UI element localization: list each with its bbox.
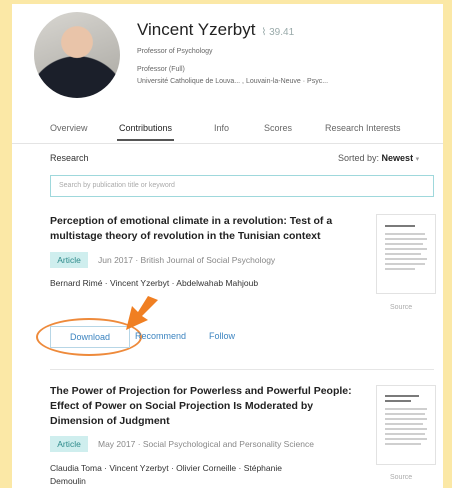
publication-meta: May 2017 · Social Psychological and Pers… [98, 439, 314, 449]
profile-tabs: Overview Contributions Info Scores Resea… [12, 121, 443, 144]
annotation-arrow-icon [126, 296, 158, 330]
score-badge: ⌇ 39.41 [261, 27, 294, 38]
publication-title[interactable]: The Power of Projection for Powerless an… [50, 384, 368, 429]
tab-contributions[interactable]: Contributions [116, 123, 175, 141]
sort-value: Newest [381, 153, 414, 163]
publication-title[interactable]: Perception of emotional climate in a rev… [50, 214, 368, 244]
profile-affiliation[interactable]: Université Catholique de Louva... , Louv… [137, 78, 328, 85]
profile-degree: Professor (Full) [137, 66, 185, 73]
publication-thumbnail[interactable] [376, 214, 436, 294]
profile-panel: Vincent Yzerbyt ⌇ 39.41 Professor of Psyc… [12, 4, 443, 488]
tab-overview[interactable]: Overview [50, 123, 88, 133]
score-icon: ⌇ [261, 27, 267, 38]
follow-link[interactable]: Follow [209, 331, 235, 341]
tab-info[interactable]: Info [214, 123, 229, 133]
profile-name-text: Vincent Yzerbyt [137, 20, 256, 39]
sort-label: Sorted by: [338, 153, 380, 163]
profile-position: Professor of Psychology [137, 48, 213, 55]
source-label[interactable]: Source [390, 474, 412, 481]
article-badge: Article [50, 252, 88, 268]
profile-name: Vincent Yzerbyt ⌇ 39.41 [137, 20, 294, 40]
source-label[interactable]: Source [390, 304, 412, 311]
avatar[interactable] [34, 12, 120, 98]
section-title: Research [50, 153, 89, 163]
sort-dropdown[interactable]: Sorted by: Newest ▾ [338, 153, 419, 163]
score-value: 39.41 [269, 27, 295, 38]
publication-authors[interactable]: Bernard Rimé · Vincent Yzerbyt · Abdelwa… [50, 278, 258, 288]
tab-research-interests[interactable]: Research Interests [325, 123, 401, 133]
chevron-down-icon: ▾ [415, 156, 420, 163]
publication-thumbnail[interactable] [376, 385, 436, 465]
publication-meta: Jun 2017 · British Journal of Social Psy… [98, 255, 276, 265]
tab-scores[interactable]: Scores [264, 123, 292, 133]
publication-divider [50, 369, 434, 370]
publication-authors[interactable]: Claudia Toma · Vincent Yzerbyt · Olivier… [50, 463, 282, 473]
article-badge: Article [50, 436, 88, 452]
search-input[interactable]: Search by publication title or keyword [50, 175, 434, 197]
